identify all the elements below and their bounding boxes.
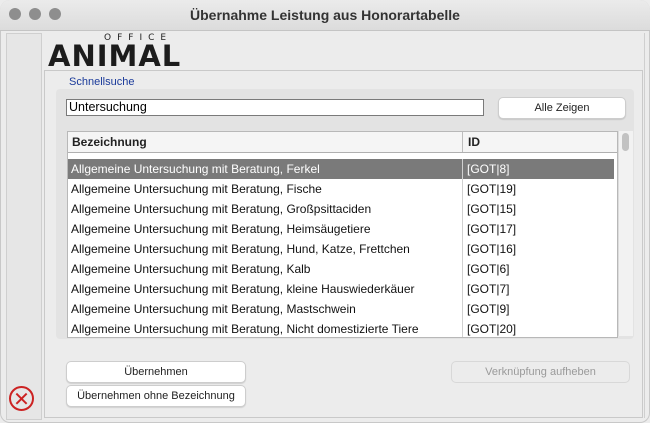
cell-id: [GOT|7] <box>467 282 510 296</box>
cell-bezeichnung: Allgemeine Untersuchung mit Beratung, He… <box>71 222 371 236</box>
cell-bezeichnung: Allgemeine Untersuchung mit Beratung, Ni… <box>71 322 419 336</box>
table-row[interactable]: Allgemeine Untersuchung mit Beratung, Fe… <box>68 159 614 180</box>
apply-button[interactable]: Übernehmen <box>66 361 246 383</box>
cell-bezeichnung: Allgemeine Untersuchung mit Beratung, Hu… <box>71 242 410 256</box>
search-input[interactable]: Untersuchung <box>66 99 484 116</box>
left-sidebar <box>6 33 42 420</box>
table-row[interactable]: Allgemeine Untersuchung mit Beratung, Ma… <box>68 299 614 320</box>
cell-divider <box>462 159 463 179</box>
office-animal-logo: OFFICE ANIMAL <box>48 33 188 73</box>
column-header-bezeichnung[interactable]: Bezeichnung <box>72 135 147 149</box>
cell-id: [GOT|15] <box>467 202 517 216</box>
table-row[interactable]: Allgemeine Untersuchung mit Beratung, Ni… <box>68 319 614 337</box>
apply-without-name-button[interactable]: Übernehmen ohne Bezeichnung <box>66 385 246 407</box>
cell-divider <box>462 259 463 279</box>
cell-divider <box>462 299 463 319</box>
cell-divider <box>462 279 463 299</box>
scrollbar-thumb[interactable] <box>622 133 629 151</box>
table-row[interactable]: Allgemeine Untersuchung mit Beratung, Fi… <box>68 179 614 200</box>
logo-animal-text: ANIMAL <box>48 39 182 73</box>
cell-id: [GOT|19] <box>467 182 517 196</box>
cell-id: [GOT|16] <box>467 242 517 256</box>
cell-id: [GOT|8] <box>467 162 510 176</box>
app-window: Übernahme Leistung aus Honorartabelle OF… <box>0 0 650 423</box>
table-row[interactable]: Allgemeine Untersuchung mit Beratung, kl… <box>68 279 614 300</box>
cell-divider <box>462 199 463 219</box>
table-scrollbar[interactable] <box>618 131 633 336</box>
cell-id: [GOT|20] <box>467 322 517 336</box>
quick-search-label: Schnellsuche <box>69 76 135 88</box>
cell-divider <box>462 179 463 199</box>
table-header: Bezeichnung ID <box>68 132 617 153</box>
table-row[interactable]: Allgemeine Untersuchung mit Beratung, Hu… <box>68 239 614 260</box>
table-row[interactable]: Allgemeine Untersuchung mit Beratung, Ka… <box>68 259 614 280</box>
right-border <box>644 33 649 418</box>
cell-bezeichnung: Allgemeine Untersuchung mit Beratung, Ma… <box>71 302 356 316</box>
show-all-button[interactable]: Alle Zeigen <box>498 97 626 119</box>
cell-bezeichnung: Allgemeine Untersuchung mit Beratung, kl… <box>71 282 415 296</box>
cell-bezeichnung: Allgemeine Untersuchung mit Beratung, Gr… <box>71 202 372 216</box>
title-bar: Übernahme Leistung aus Honorartabelle <box>0 0 650 31</box>
cell-bezeichnung: Allgemeine Untersuchung mit Beratung, Fi… <box>71 182 322 196</box>
cell-bezeichnung: Allgemeine Untersuchung mit Beratung, Fe… <box>71 162 320 176</box>
close-icon[interactable]: ✕ <box>9 386 34 411</box>
cell-divider <box>462 239 463 259</box>
cell-divider <box>462 219 463 239</box>
column-divider <box>462 132 463 152</box>
cell-bezeichnung: Allgemeine Untersuchung mit Beratung, Ka… <box>71 262 311 276</box>
window-title: Übernahme Leistung aus Honorartabelle <box>190 7 460 23</box>
cell-id: [GOT|6] <box>467 262 510 276</box>
cell-divider <box>462 319 463 337</box>
table-row[interactable]: Allgemeine Untersuchung mit Beratung, Gr… <box>68 199 614 220</box>
cell-id: [GOT|9] <box>467 302 510 316</box>
results-table: Bezeichnung ID Allgemeine Untersuchung m… <box>67 131 618 338</box>
column-header-id[interactable]: ID <box>468 135 480 149</box>
cell-id: [GOT|17] <box>467 222 517 236</box>
unlink-button[interactable]: Verknüpfung aufheben <box>451 361 630 383</box>
table-row[interactable]: Allgemeine Untersuchung mit Beratung, He… <box>68 219 614 240</box>
